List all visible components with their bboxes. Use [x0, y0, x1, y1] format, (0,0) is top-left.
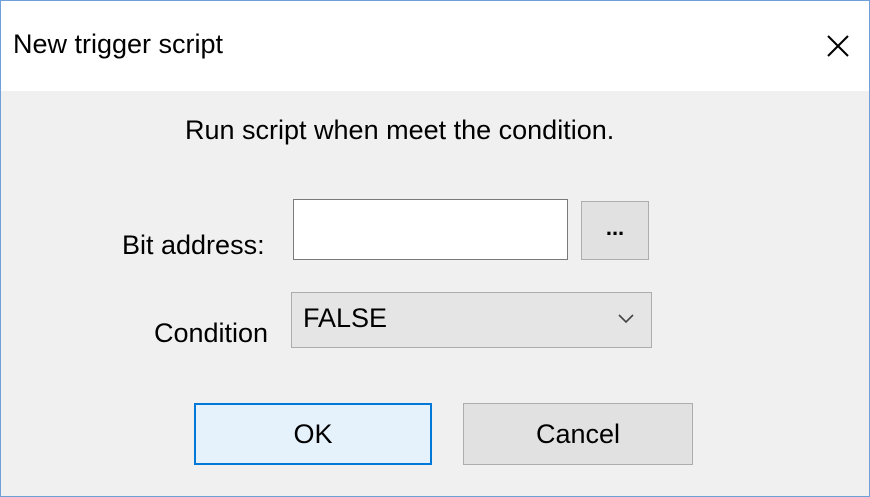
- condition-selected-value: FALSE: [303, 303, 388, 333]
- bit-address-label: Bit address:: [122, 230, 265, 260]
- dialog-content: Run script when meet the condition. Bit …: [1, 91, 869, 496]
- condition-select[interactable]: FALSE: [291, 292, 652, 348]
- instruction-text: Run script when meet the condition.: [185, 115, 615, 145]
- ok-button[interactable]: OK: [194, 403, 432, 465]
- title-bar: New trigger script: [1, 1, 869, 91]
- chevron-down-icon: [618, 314, 634, 324]
- close-button[interactable]: [807, 1, 869, 91]
- close-icon: [827, 35, 849, 57]
- dialog-window: New trigger script Run script when meet …: [0, 0, 870, 497]
- bit-address-input[interactable]: [293, 199, 568, 260]
- condition-label: Condition: [154, 318, 269, 348]
- browse-button[interactable]: ...: [581, 201, 649, 260]
- cancel-button[interactable]: Cancel: [463, 403, 693, 465]
- window-title: New trigger script: [13, 29, 224, 59]
